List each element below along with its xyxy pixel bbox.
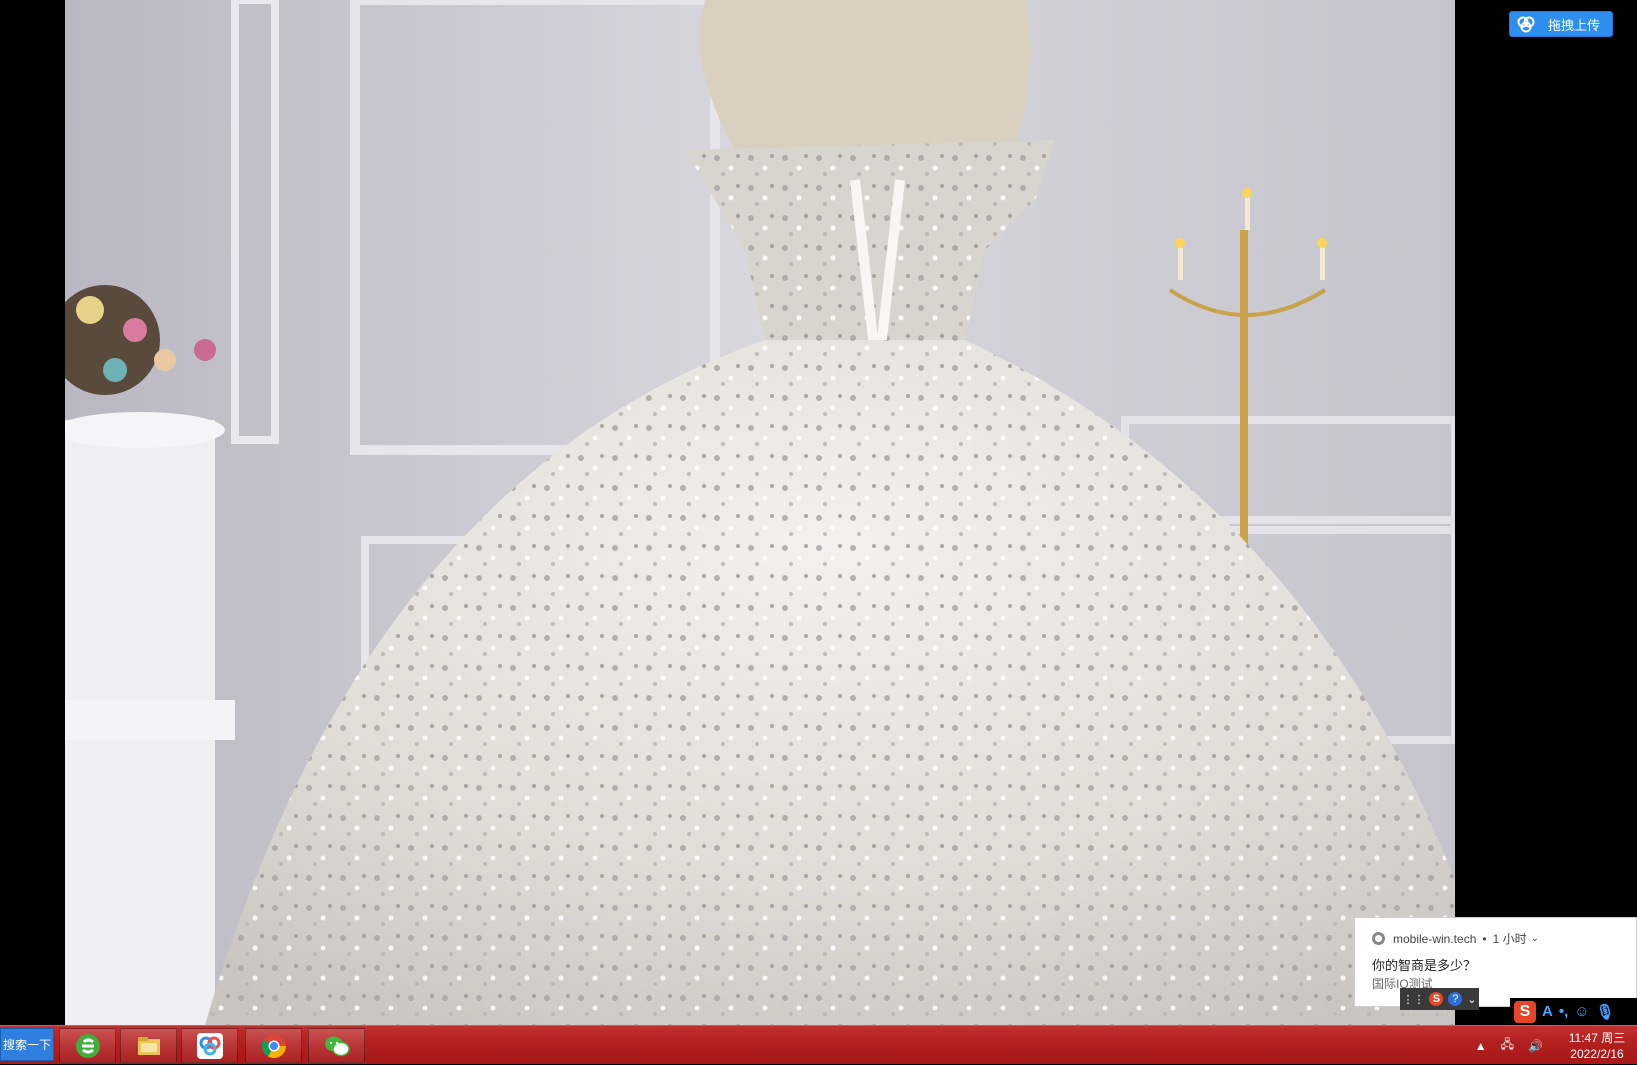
help-icon[interactable]: ? [1448,992,1463,1006]
sogou-logo-icon[interactable]: S [1514,1000,1536,1023]
taskbar: 搜索一下 ▲ 🖧 🔊 11:47 周三 2022/2/16 [0,1025,1637,1064]
volume-icon[interactable]: 🔊 [1528,1039,1543,1053]
taskbar-chrome[interactable] [245,1028,302,1063]
sogou-icon[interactable]: S [1429,992,1444,1006]
taskbar-wechat[interactable] [308,1028,365,1063]
clock-time: 11:47 周三 [1568,1030,1626,1045]
separator-dot: • [1482,931,1487,946]
ie-browser-icon [75,1033,100,1058]
clock-date: 2022/2/16 [1570,1046,1624,1061]
upload-label: 拖拽上传 [1548,17,1601,33]
drag-upload-button[interactable]: 拖拽上传 [1509,11,1613,37]
chevron-down-icon[interactable]: ⌄ [1531,933,1539,944]
netdisk-icon [196,1032,223,1059]
microphone-icon[interactable]: 🎙 [1596,1003,1615,1021]
punctuation-icon[interactable]: •, [1559,1003,1568,1020]
ime-toolbar[interactable]: S A •, ☺ 🎙 [1510,998,1637,1025]
taskbar-ie-browser[interactable] [59,1028,116,1063]
taskbar-baidu-netdisk[interactable] [181,1028,238,1063]
chrome-icon [1372,932,1385,945]
cloud-icon [1517,16,1535,33]
system-tray: ▲ 🖧 🔊 11:47 周三 2022/2/16 [1475,1026,1637,1065]
photo-viewer: 拖拽上传 [0,0,1637,1025]
search-button[interactable]: 搜索一下 [0,1028,54,1061]
notification-time: 1 小时 [1492,932,1527,946]
notification-source: mobile-win.tech • 1 小时 ⌄ [1372,930,1539,947]
browser-notification[interactable]: mobile-win.tech • 1 小时 ⌄ 你的智商是多少？ 国际IQ测试 [1354,917,1637,1007]
wedding-dress-photo [65,0,1455,1025]
photo-illustration [65,0,1455,1025]
network-icon[interactable]: 🖧 [1501,1035,1514,1056]
notification-title: 你的智商是多少？ [1372,958,1477,973]
folder-icon [137,1036,160,1055]
emoji-icon[interactable]: ☺ [1574,1003,1589,1020]
notification-site: mobile-win.tech [1393,931,1477,946]
clock[interactable]: 11:47 周三 2022/2/16 [1557,1030,1637,1062]
tray-expand-icon[interactable]: ▲ [1475,1039,1487,1053]
ime-mini-toolbar[interactable]: ⋮⋮ S ? ⌄ [1400,988,1479,1010]
ime-mode-indicator[interactable]: A [1542,1003,1553,1020]
taskbar-file-explorer[interactable] [120,1028,177,1063]
chrome-icon [261,1033,286,1058]
grip-icon[interactable]: ⋮⋮ [1402,993,1424,1006]
chevron-down-icon[interactable]: ⌄ [1467,993,1476,1006]
wechat-icon [324,1036,350,1056]
